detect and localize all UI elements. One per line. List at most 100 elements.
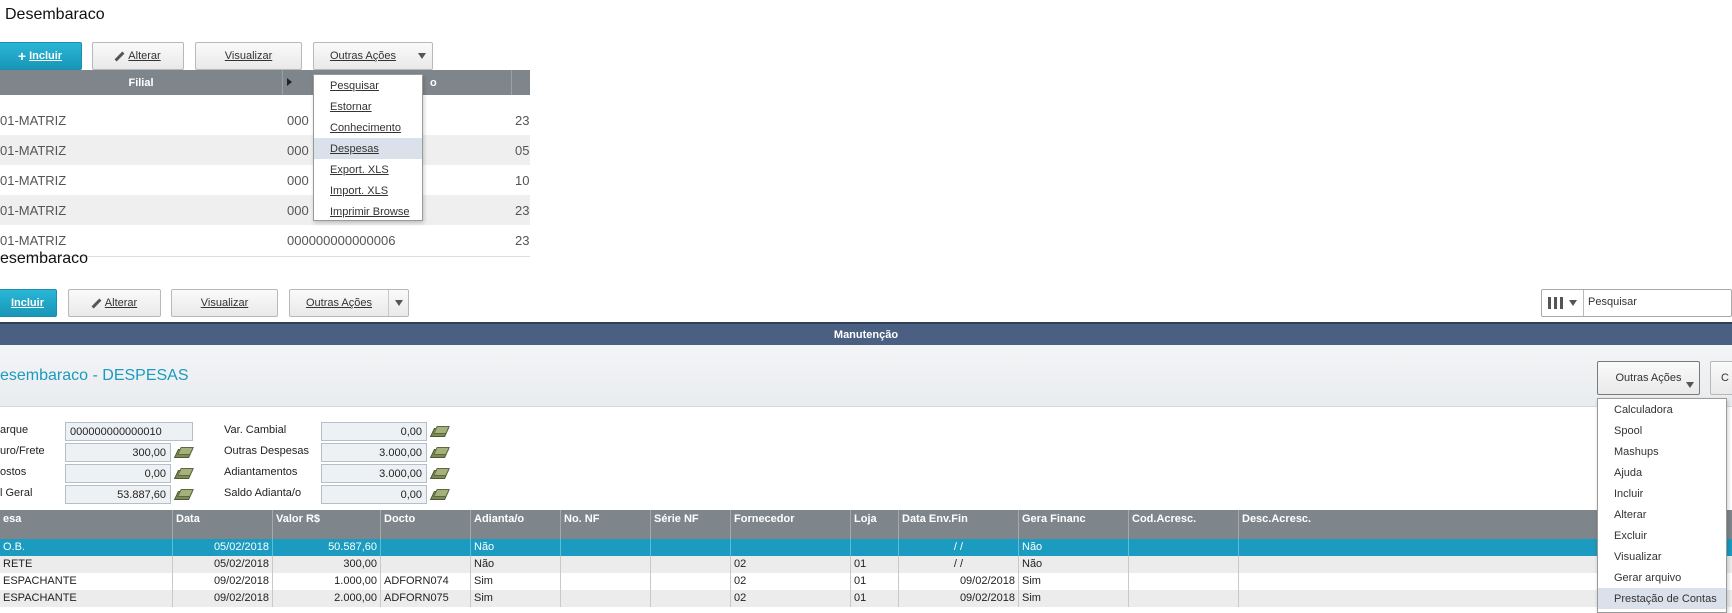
table-row[interactable]: O.B. 05/02/2018 50.587,60 Não / / Não [0, 539, 1732, 556]
search-box[interactable]: Pesquisar [1541, 289, 1732, 317]
table-row[interactable]: ESPACHANTE 09/02/2018 1.000,00 ADFORN074… [0, 573, 1732, 590]
sort-arrow-icon[interactable] [287, 78, 292, 86]
cell-no-nf [561, 590, 651, 607]
column-header-serie-nf[interactable]: Série NF [651, 510, 731, 539]
adiantamentos-field[interactable]: 3.000,00 [321, 464, 427, 483]
column-header-docto[interactable]: Docto [381, 510, 471, 539]
column-header-fornecedor[interactable]: Fornecedor [731, 510, 851, 539]
menu-item-estornar[interactable]: Estornar [314, 96, 422, 117]
menu-item-incluir[interactable]: Incluir [1598, 483, 1726, 504]
table-row[interactable]: 01-MATRIZ 000 10 [0, 165, 530, 195]
cell-gera-financ: Não [1019, 556, 1129, 573]
cell-filial: 01-MATRIZ [0, 173, 67, 188]
cell-valor: 50.587,60 [273, 539, 381, 556]
column-header-gera-financ[interactable]: Gera Financ [1019, 510, 1129, 539]
menu-item-conhecimento[interactable]: Conhecimento [314, 117, 422, 138]
menu-item-imprimir-browse[interactable]: Imprimir Browse [314, 201, 422, 222]
money-icon[interactable] [175, 489, 191, 500]
c-button[interactable]: C [1710, 361, 1732, 395]
cell-data-env-fin: / / [899, 556, 1019, 573]
field-label: Saldo Adianta/o [224, 487, 302, 499]
total-geral-field[interactable]: 53.887,60 [65, 485, 171, 504]
money-icon[interactable] [431, 447, 447, 458]
outras-acoes-button-2[interactable]: Outras Ações [289, 289, 409, 317]
columns-icon[interactable] [1542, 290, 1584, 316]
cell-valor: 1.000,00 [273, 573, 381, 590]
field-label: Var. Cambial [224, 424, 287, 436]
money-icon[interactable] [175, 468, 191, 479]
table-row[interactable]: 01-MATRIZ 000 05 [0, 135, 530, 165]
pencil-icon [92, 299, 101, 308]
menu-item-alterar[interactable]: Alterar [1598, 504, 1726, 525]
cell-data-env-fin: / / [899, 539, 1019, 556]
incluir-button-2[interactable]: Incluir [0, 289, 57, 317]
money-icon[interactable] [431, 489, 447, 500]
table-row[interactable]: 01-MATRIZ 000 23 [0, 195, 530, 225]
money-icon[interactable] [431, 468, 447, 479]
cell-cod-acresc [1129, 556, 1239, 573]
menu-item-mashups[interactable]: Mashups [1598, 441, 1726, 462]
menu-item-gerar-arquivo[interactable]: Gerar arquivo [1598, 567, 1726, 588]
cell-codigo: 000 [287, 113, 309, 128]
money-icon[interactable] [431, 426, 447, 437]
cell-filial: 01-MATRIZ [0, 203, 67, 218]
money-icon[interactable] [175, 447, 191, 458]
menu-item-prestacao-de-contas[interactable]: Prestação de Contas [1598, 588, 1726, 609]
menu-item-calculadora[interactable]: Calculadora [1598, 399, 1726, 420]
menu-item-import-xls[interactable]: Import. XLS [314, 180, 422, 201]
column-header-filial[interactable]: Filial [0, 70, 283, 95]
table-row[interactable]: 01-MATRIZ 000 23 [0, 105, 530, 135]
column-header-adianta[interactable]: Adianta/o [471, 510, 561, 539]
cell-adianta: Não [471, 556, 561, 573]
cell-serie-nf [651, 573, 731, 590]
menu-item-despesas[interactable]: Despesas [314, 138, 422, 159]
cell-col3: 23 [515, 233, 530, 248]
table-row[interactable]: RETE 05/02/2018 300,00 Não 02 01 / / Não [0, 556, 1732, 573]
menu-item-ajuda[interactable]: Ajuda [1598, 462, 1726, 483]
menu-item-excluir[interactable]: Excluir [1598, 525, 1726, 546]
cell-no-nf [561, 573, 651, 590]
cell-docto [381, 539, 471, 556]
outras-acoes-button[interactable]: Outras Ações [313, 42, 433, 70]
embarque-field[interactable]: 000000000000010 [65, 422, 193, 441]
incluir-button[interactable]: + Incluir [0, 42, 82, 70]
impostos-field[interactable]: 0,00 [65, 464, 171, 483]
menu-item-visualizar[interactable]: Visualizar [1598, 546, 1726, 567]
cell-codigo: 000 [287, 143, 309, 158]
cell-adianta: Sim [471, 573, 561, 590]
cell-docto: ADFORN074 [381, 573, 471, 590]
cell-fornecedor [731, 539, 851, 556]
menu-item-export-xls[interactable]: Export. XLS [314, 159, 422, 180]
cell-adianta: Sim [471, 590, 561, 607]
column-header-despesa[interactable]: esa [0, 510, 173, 539]
visualizar-button[interactable]: Visualizar [195, 42, 302, 70]
menu-item-spool[interactable]: Spool [1598, 420, 1726, 441]
seguro-frete-field[interactable]: 300,00 [65, 443, 171, 462]
outras-acoes-button-3[interactable]: Outras Ações [1597, 361, 1700, 395]
field-label: ostos [0, 466, 27, 478]
alterar-button[interactable]: Alterar [92, 42, 184, 70]
plus-icon: + [17, 48, 27, 64]
cell-fornecedor: 02 [731, 556, 851, 573]
table-row[interactable]: ESPACHANTE 09/02/2018 2.000,00 ADFORN075… [0, 590, 1732, 607]
cell-loja: 01 [851, 573, 899, 590]
cell-despesa: RETE [0, 556, 173, 573]
cell-despesa: ESPACHANTE [0, 573, 173, 590]
field-label: arque [0, 424, 29, 436]
column-header-codigo[interactable]: o [430, 70, 437, 95]
column-header-data-env-fin[interactable]: Data Env.Fin [899, 510, 1019, 539]
search-input[interactable]: Pesquisar [1588, 296, 1637, 308]
menu-item-pesquisar[interactable]: Pesquisar [314, 75, 422, 96]
visualizar-button-2[interactable]: Visualizar [171, 289, 278, 317]
column-header-cod-acresc[interactable]: Cod.Acresc. [1129, 510, 1239, 539]
saldo-adianta-field[interactable]: 0,00 [321, 485, 427, 504]
column-header-data[interactable]: Data [173, 510, 273, 539]
outras-despesas-field[interactable]: 3.000,00 [321, 443, 427, 462]
cell-no-nf [561, 539, 651, 556]
column-header-no-nf[interactable]: No. NF [561, 510, 651, 539]
var-cambial-field[interactable]: 0,00 [321, 422, 427, 441]
column-header-loja[interactable]: Loja [851, 510, 899, 539]
alterar-button-2[interactable]: Alterar [68, 289, 161, 317]
column-header-valor[interactable]: Valor R$ [273, 510, 381, 539]
page-title: Desembaraco [5, 6, 105, 23]
